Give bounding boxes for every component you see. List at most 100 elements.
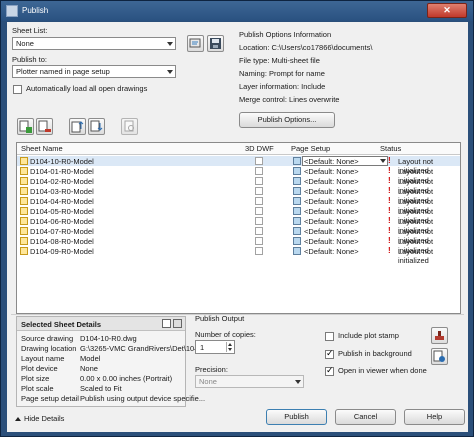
table-row[interactable]: D104-02-R0-Model <Default: None>! Layout n… <box>17 176 460 195</box>
3d-dwf-checkbox[interactable] <box>255 217 263 225</box>
table-header: Sheet Name 3D DWF Page Setup Status <box>17 143 460 155</box>
3d-dwf-checkbox[interactable] <box>255 237 263 245</box>
page-setup-cell: <Default: None> <box>304 157 359 166</box>
detail-key: Plot device <box>21 364 58 373</box>
precision-label: Precision: <box>195 365 228 374</box>
hide-details-label: Hide Details <box>24 414 65 423</box>
table-row[interactable]: D104-03-R0-Model <Default: None>! Layout n… <box>17 186 460 205</box>
publish-settings-icon <box>433 350 445 362</box>
sheet-name-cell: D104-05-R0-Model <box>30 207 94 216</box>
sheet-icon <box>20 197 28 205</box>
sheet-name-cell: D104-06-R0-Model <box>30 217 94 226</box>
publish-to-label: Publish to: <box>12 55 48 64</box>
stepper-down-icon[interactable] <box>226 347 233 352</box>
copies-stepper[interactable]: 1 <box>195 340 235 354</box>
sheet-name-cell: D104-03-R0-Model <box>30 187 94 196</box>
sheet-name-cell: D104-09-R0-Model <box>30 247 94 256</box>
details-header: Selected Sheet Details <box>17 317 185 331</box>
3d-dwf-checkbox[interactable] <box>255 227 263 235</box>
copy-details-icon[interactable] <box>162 319 171 328</box>
3d-dwf-checkbox[interactable] <box>255 157 263 165</box>
title-bar[interactable]: Publish ✕ <box>1 1 473 21</box>
detail-value: Scaled to Fit <box>80 384 122 393</box>
plot-stamp-settings-button[interactable] <box>431 327 448 344</box>
table-row[interactable]: D104-05-R0-Model <Default: None>! Layout n… <box>17 206 460 225</box>
page-setup-icon <box>293 167 301 175</box>
page-setup-cell: <Default: None> <box>304 177 359 186</box>
auto-load-label: Automatically load all open drawings <box>26 84 148 93</box>
chevron-down-icon <box>380 159 386 163</box>
load-list-icon <box>189 38 201 48</box>
copies-value: 1 <box>200 343 205 352</box>
save-disk-icon <box>210 38 221 49</box>
3d-dwf-checkbox[interactable] <box>255 247 263 255</box>
include-plot-stamp-checkbox[interactable] <box>325 332 334 341</box>
load-sheet-list-button[interactable] <box>187 35 204 52</box>
save-sheet-list-button[interactable] <box>207 35 224 52</box>
page-setup-icon <box>293 187 301 195</box>
page-setup-icon <box>293 227 301 235</box>
sheet-icon <box>20 227 28 235</box>
table-row[interactable]: D104-06-R0-Model <Default: None>! Layout n… <box>17 216 460 235</box>
table-row[interactable]: D104-08-R0-Model <Default: None>! Layout n… <box>17 236 460 255</box>
table-row[interactable]: D104-10-R0-Model <Default: None>! Layout n… <box>17 156 460 175</box>
col-3d-dwf[interactable]: 3D DWF <box>245 144 274 153</box>
3d-dwf-checkbox[interactable] <box>255 207 263 215</box>
publish-in-background-checkbox[interactable] <box>325 348 334 359</box>
detail-key: Plot size <box>21 374 50 383</box>
col-status[interactable]: Status <box>380 144 401 153</box>
detail-value: None <box>80 364 98 373</box>
3d-dwf-checkbox[interactable] <box>255 177 263 185</box>
page-setup-cell: <Default: None> <box>304 207 359 216</box>
page-setup-icon <box>293 237 301 245</box>
3d-dwf-checkbox[interactable] <box>255 197 263 205</box>
help-button[interactable]: Help <box>404 409 465 425</box>
open-in-viewer-checkbox[interactable] <box>325 365 334 376</box>
publish-output-heading: Publish Output <box>195 314 245 323</box>
page-setup-icon <box>293 247 301 255</box>
background-settings-button[interactable] <box>431 348 448 365</box>
publish-button[interactable]: Publish <box>266 409 327 425</box>
detail-value: G:\3265-VMC GrandRivers\Det\104 <box>80 344 199 353</box>
sheet-list-label: Sheet List: <box>12 26 48 35</box>
page-setup-cell: <Default: None> <box>304 167 359 176</box>
page-setup-icon <box>293 207 301 215</box>
details-options-icon[interactable] <box>173 319 182 328</box>
preview-button[interactable] <box>121 118 138 135</box>
warning-icon: ! <box>388 176 391 185</box>
move-sheet-down-button[interactable] <box>88 118 105 135</box>
sheet-icon <box>20 177 28 185</box>
page-setup-icon <box>293 177 301 185</box>
table-row[interactable]: D104-01-R0-Model <Default: None>! Layout n… <box>17 166 460 185</box>
precision-select[interactable]: None <box>195 375 304 388</box>
warning-icon: ! <box>388 206 391 215</box>
remove-sheets-button[interactable] <box>36 118 53 135</box>
3d-dwf-checkbox[interactable] <box>255 187 263 195</box>
sheet-name-cell: D104-02-R0-Model <box>30 177 94 186</box>
info-layer: Layer information: Include <box>239 82 326 91</box>
open-in-viewer-label: Open in viewer when done <box>338 366 427 375</box>
sheet-list-select[interactable]: None <box>12 37 176 50</box>
add-sheets-button[interactable] <box>17 118 34 135</box>
move-sheet-up-button[interactable] <box>69 118 86 135</box>
publish-to-select[interactable]: Plotter named in page setup <box>12 65 176 78</box>
publish-options-button[interactable]: Publish Options... <box>239 112 335 128</box>
sheet-icon <box>20 207 28 215</box>
table-row[interactable]: D104-09-R0-Model <Default: None>! Layout n… <box>17 246 460 265</box>
sheet-list-value: None <box>16 39 34 48</box>
auto-load-checkbox[interactable] <box>13 85 22 94</box>
col-sheet-name[interactable]: Sheet Name <box>21 144 63 153</box>
sheet-icon <box>20 187 28 195</box>
page-setup-cell: <Default: None> <box>304 197 359 206</box>
hide-details-link[interactable]: Hide Details <box>15 414 64 423</box>
table-row[interactable]: D104-07-R0-Model <Default: None>! Layout n… <box>17 226 460 245</box>
close-button[interactable]: ✕ <box>427 3 467 18</box>
3d-dwf-checkbox[interactable] <box>255 167 263 175</box>
table-row[interactable]: D104-04-R0-Model <Default: None>! Layout n… <box>17 196 460 215</box>
cancel-button[interactable]: Cancel <box>335 409 396 425</box>
info-file-type: File type: Multi-sheet file <box>239 56 320 65</box>
info-naming: Naming: Prompt for name <box>239 69 325 78</box>
page-setup-cell: <Default: None> <box>304 237 359 246</box>
col-page-setup[interactable]: Page Setup <box>291 144 330 153</box>
sheet-icon <box>20 237 28 245</box>
